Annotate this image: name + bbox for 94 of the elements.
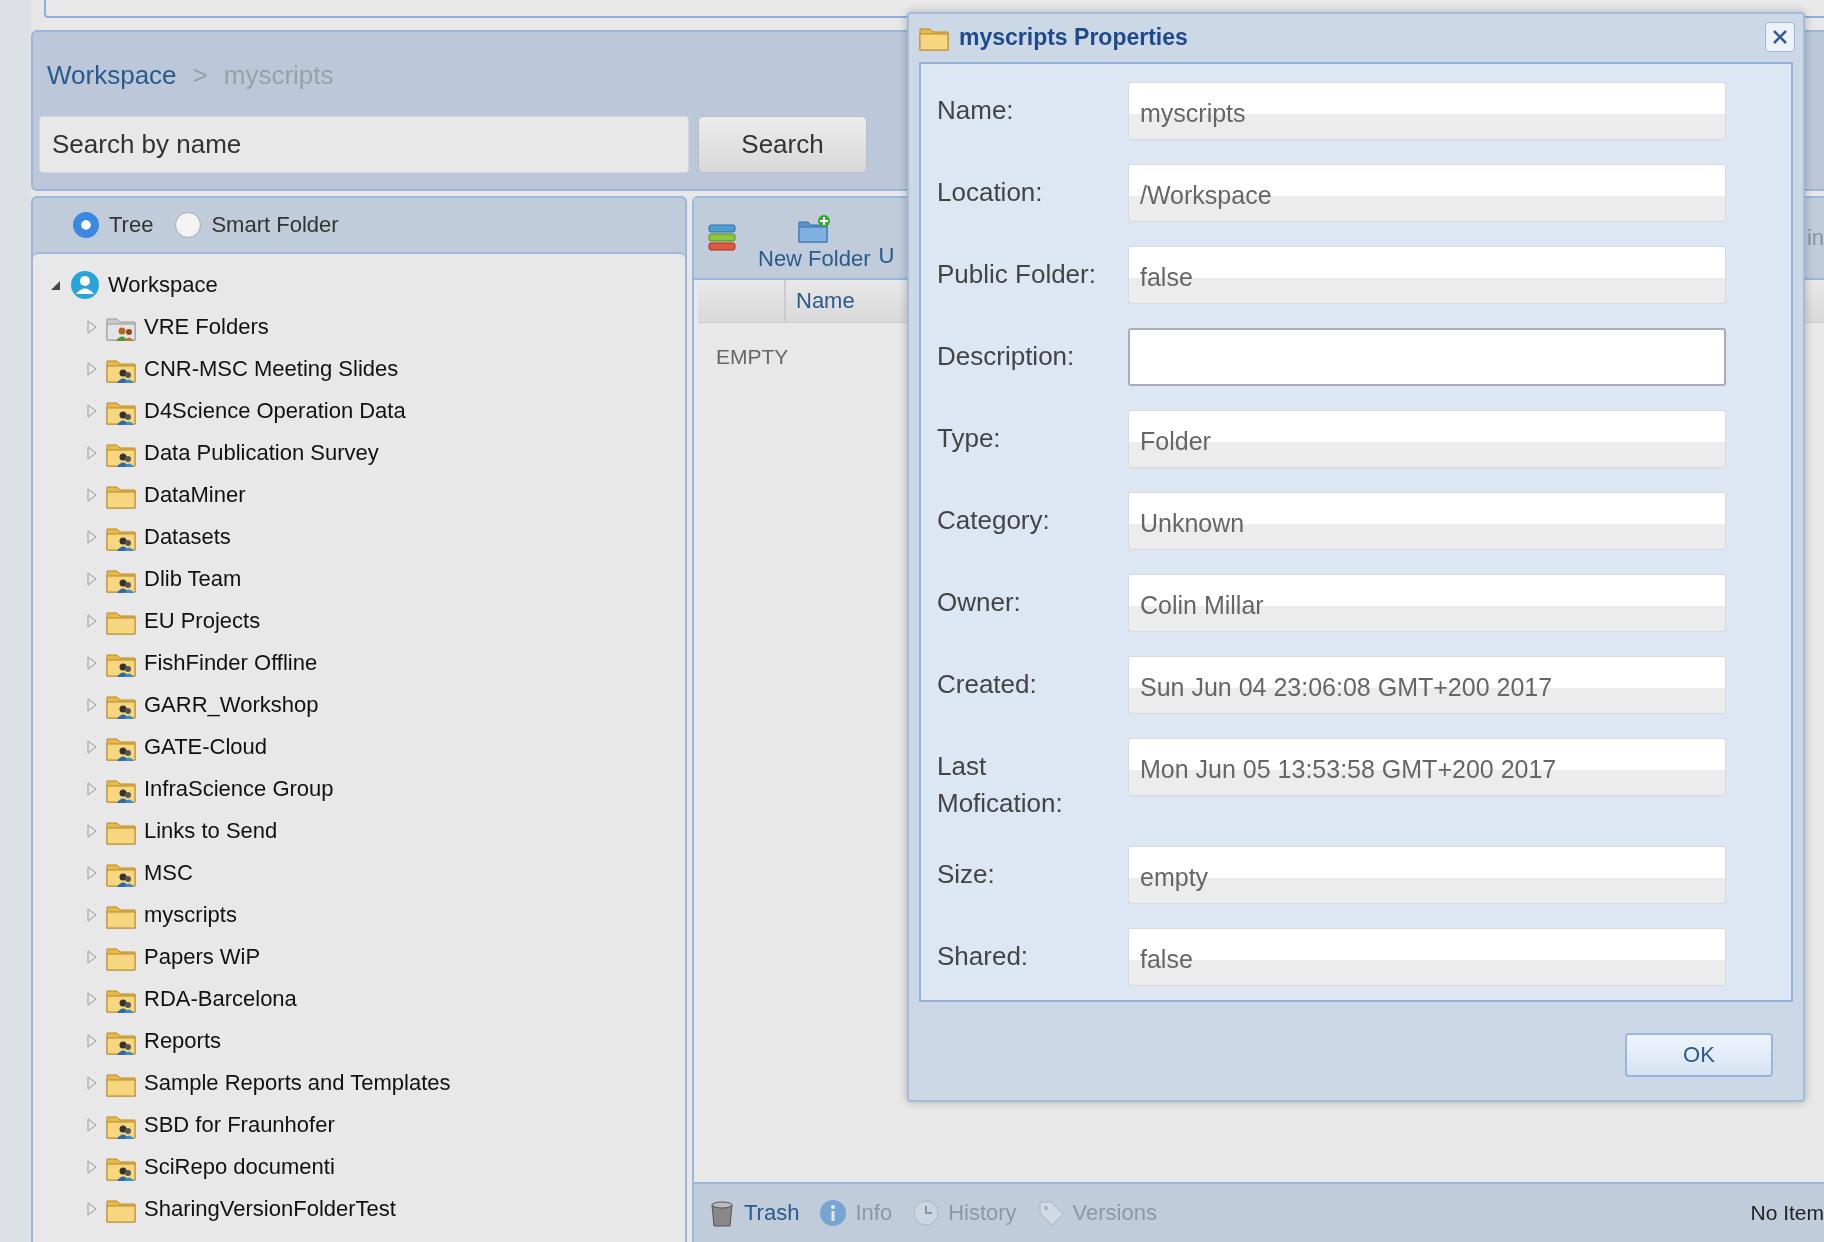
field-label: Size:	[937, 858, 996, 891]
collapsed-toggle-icon[interactable]	[86, 698, 98, 712]
value-field: Unknown	[1128, 492, 1726, 550]
radio-label[interactable]: Smart Folder	[211, 212, 339, 238]
collapsed-toggle-icon[interactable]	[86, 740, 98, 754]
field-label: Created:	[937, 668, 1038, 701]
expanded-toggle-icon[interactable]	[50, 279, 62, 291]
radio-button[interactable]	[73, 212, 99, 238]
collapsed-toggle-icon[interactable]	[86, 908, 98, 922]
value-field: Folder	[1128, 410, 1726, 468]
close-icon	[1772, 29, 1788, 45]
column-header[interactable]: Name	[786, 280, 855, 322]
collapsed-toggle-icon[interactable]	[86, 824, 98, 838]
value-field: /Workspace	[1128, 164, 1726, 222]
collapsed-toggle-icon[interactable]	[86, 530, 98, 544]
list-view-icon	[708, 223, 736, 253]
new-folder-icon	[797, 214, 832, 244]
breadcrumb-separator: >	[192, 59, 208, 91]
tree-item[interactable]: EU Projects	[144, 608, 261, 634]
value-field: empty	[1128, 846, 1726, 904]
status-text: No Item	[1750, 1201, 1824, 1225]
collapsed-toggle-icon[interactable]	[86, 950, 98, 964]
new-folder-button[interactable]: New Folder	[758, 214, 871, 272]
value-field: Sun Jun 04 23:06:08 GMT+200 2017	[1128, 656, 1726, 714]
collapsed-toggle-icon[interactable]	[86, 320, 98, 334]
field-label: Name:	[937, 94, 1015, 127]
tree-item[interactable]: DataMiner	[144, 482, 246, 508]
tree-item[interactable]: Reports	[144, 1028, 222, 1054]
tree-item[interactable]: GATE-Cloud	[144, 734, 268, 760]
collapsed-toggle-icon[interactable]	[86, 1160, 98, 1174]
input-field[interactable]	[1128, 328, 1726, 386]
tree-item[interactable]: Sample Reports and Templates	[144, 1070, 451, 1096]
tree-item[interactable]: Data Publication Survey	[144, 440, 379, 466]
collapsed-toggle-icon[interactable]	[86, 656, 98, 670]
field-label: Category:	[937, 504, 1051, 537]
trash-icon	[708, 1199, 736, 1227]
tree-item[interactable]: FishFinder Offline	[144, 650, 318, 676]
dialog-title: myscripts Properties	[959, 23, 1188, 51]
tree-item[interactable]: Workspace	[108, 272, 218, 298]
tree-item[interactable]: GARR_Workshop	[144, 692, 319, 718]
radio-label[interactable]: Tree	[109, 212, 154, 238]
collapsed-toggle-icon[interactable]	[86, 782, 98, 796]
collapsed-toggle-icon[interactable]	[86, 992, 98, 1006]
close-button[interactable]	[1765, 22, 1795, 52]
tree-item[interactable]: D4Science Operation Data	[144, 398, 406, 424]
collapsed-toggle-icon[interactable]	[86, 1118, 98, 1132]
field-label: Owner:	[937, 586, 1022, 619]
value-field: Mon Jun 05 13:53:58 GMT+200 2017	[1128, 738, 1726, 796]
clock-icon	[912, 1199, 941, 1227]
search-field[interactable]: Search by name	[39, 116, 689, 173]
collapsed-toggle-icon[interactable]	[86, 1034, 98, 1048]
tree-item[interactable]: SciRepo documenti	[144, 1154, 335, 1180]
collapsed-toggle-icon[interactable]	[86, 866, 98, 880]
collapsed-toggle-icon[interactable]	[86, 1076, 98, 1090]
collapsed-toggle-icon[interactable]	[86, 404, 98, 418]
collapsed-toggle-icon[interactable]	[86, 614, 98, 628]
tree-item[interactable]: CNR-MSC Meeting Slides	[144, 356, 399, 382]
tree-item[interactable]: myscripts	[144, 902, 237, 928]
field-label: Location:	[937, 176, 1044, 209]
value-field: Colin Millar	[1128, 574, 1726, 632]
tree-item[interactable]: Dlib Team	[144, 566, 242, 592]
tree-item[interactable]: RDA-Barcelona	[144, 986, 297, 1012]
tree-item[interactable]: Links to Send	[144, 818, 278, 844]
collapsed-toggle-icon[interactable]	[86, 446, 98, 460]
tree-item[interactable]: MSC	[144, 860, 193, 886]
ok-button[interactable]: OK	[1625, 1033, 1773, 1077]
collapsed-toggle-icon[interactable]	[86, 572, 98, 586]
info-icon	[819, 1199, 848, 1227]
tree-item[interactable]: VRE Folders	[144, 314, 269, 340]
field-label: Type:	[937, 422, 1002, 455]
tree-item[interactable]: SharingVersionFolderTest	[144, 1196, 396, 1222]
value-field: false	[1128, 246, 1726, 304]
tree-item[interactable]: Datasets	[144, 524, 231, 550]
toolbar-button[interactable]: U	[878, 243, 895, 269]
radio-button[interactable]	[175, 212, 202, 238]
button-label: New Folder	[758, 246, 871, 272]
value-field: myscripts	[1128, 82, 1726, 140]
breadcrumb-link[interactable]: Workspace	[47, 59, 177, 91]
action-link[interactable]: Trash	[708, 1199, 800, 1227]
field-label: Public Folder:	[937, 258, 1097, 291]
field-label: Shared:	[937, 940, 1030, 973]
user-icon	[70, 270, 100, 300]
tree-item[interactable]: Papers WiP	[144, 944, 261, 970]
collapsed-toggle-icon[interactable]	[86, 362, 98, 376]
empty-message: EMPTY	[716, 345, 789, 369]
collapsed-toggle-icon[interactable]	[86, 488, 98, 502]
field-label: Description:	[937, 340, 1076, 373]
field-label: Last Mofication:	[937, 750, 1064, 820]
value-field: false	[1128, 928, 1726, 986]
tag-icon	[1036, 1199, 1065, 1227]
search-button[interactable]: Search	[698, 116, 867, 173]
collapsed-toggle-icon[interactable]	[86, 1202, 98, 1216]
tree-item[interactable]: SBD for Fraunhofer	[144, 1112, 335, 1138]
tree-item[interactable]: InfraScience Group	[144, 776, 334, 802]
